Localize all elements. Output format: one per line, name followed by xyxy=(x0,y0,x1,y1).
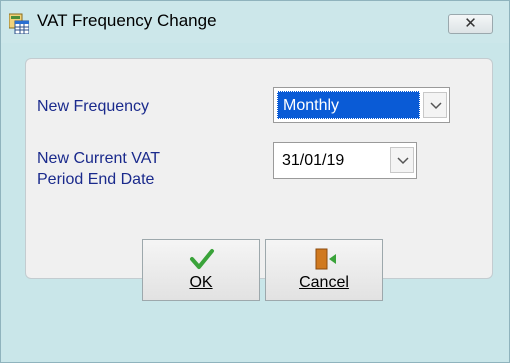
period-end-date-dropdown[interactable]: 31/01/19 xyxy=(273,142,417,179)
title-bar: VAT Frequency Change ✕ xyxy=(1,1,509,43)
close-button[interactable]: ✕ xyxy=(448,14,493,34)
chevron-down-icon xyxy=(430,102,442,110)
period-end-date-dropdown-arrow[interactable] xyxy=(390,147,414,173)
ok-button-label: OK xyxy=(189,274,213,291)
chevron-down-icon xyxy=(397,157,409,165)
vat-frequency-change-dialog: VAT Frequency Change ✕ New Frequency Mon… xyxy=(0,0,510,363)
cancel-button-label: Cancel xyxy=(299,274,349,291)
new-frequency-label: New Frequency xyxy=(37,98,150,115)
frequency-dropdown[interactable]: Monthly xyxy=(273,87,450,123)
ok-button[interactable]: OK xyxy=(142,239,260,301)
exit-door-icon xyxy=(312,248,338,270)
frequency-dropdown-arrow[interactable] xyxy=(423,92,447,118)
vat-table-icon xyxy=(8,12,30,35)
close-icon: ✕ xyxy=(464,14,477,32)
checkmark-icon xyxy=(189,248,215,270)
frequency-selected-value: Monthly xyxy=(277,91,420,119)
period-end-date-value: 31/01/19 xyxy=(282,152,345,169)
cancel-button[interactable]: Cancel xyxy=(265,239,383,301)
new-period-end-date-label: New Current VAT Period End Date xyxy=(37,150,160,188)
window-title: VAT Frequency Change xyxy=(37,11,217,30)
